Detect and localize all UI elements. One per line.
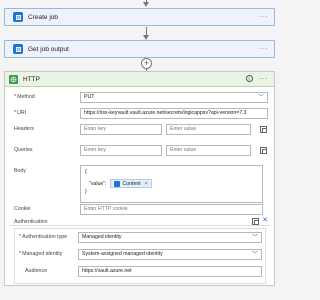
divider [9, 225, 270, 226]
method-select[interactable]: PUT ﹀ [80, 92, 268, 103]
body-label: Body [14, 168, 27, 174]
body-line: "value": Content × [89, 179, 152, 188]
authentication-panel: *Authentication type Managed identity ﹀ … [14, 228, 266, 284]
body-open-brace: { [85, 169, 87, 175]
step-menu-button[interactable]: ··· [259, 12, 269, 21]
http-menu-button[interactable]: ··· [259, 74, 269, 83]
body-editor[interactable]: { "value": Content × } [80, 165, 263, 203]
uri-label: *URI [14, 110, 27, 116]
switch-to-text-icon[interactable] [260, 147, 267, 154]
chevron-down-icon: ﹀ [251, 252, 258, 258]
chevron-down-icon: ﹀ [251, 235, 258, 241]
queries-value-input[interactable]: Enter value [166, 145, 251, 156]
auth-type-select[interactable]: Managed identity ﹀ [78, 232, 262, 243]
step-get-job-output[interactable]: Get job output ··· [4, 40, 275, 58]
automation-icon [13, 12, 23, 22]
http-globe-icon [9, 74, 18, 84]
content-token-label: Content [122, 180, 141, 187]
remove-token-icon[interactable]: × [145, 181, 148, 187]
chevron-down-icon: ﹀ [257, 95, 264, 101]
step-title: Create job [28, 13, 58, 21]
method-label: *Method [14, 94, 35, 100]
headers-label: Headers [14, 126, 35, 132]
automation-icon [113, 180, 120, 187]
automation-icon [13, 44, 23, 54]
http-action-card: HTTP i ··· *Method PUT ﹀ *URI https://ri… [4, 71, 275, 286]
connector-arrow-icon [143, 2, 149, 7]
switch-to-text-icon[interactable] [252, 218, 259, 225]
managed-identity-label: *Managed identity [19, 251, 63, 257]
audience-label: Audience [25, 268, 48, 274]
managed-identity-select[interactable]: System-assigned managed identity ﹀ [78, 249, 262, 260]
auth-type-label: *Authentication type [19, 234, 68, 240]
close-icon[interactable]: ✕ [262, 216, 268, 224]
uri-input[interactable]: https://riss-keyvault.vault.azure.net/se… [80, 108, 268, 119]
http-action-title: HTTP [23, 75, 40, 83]
switch-to-text-icon[interactable] [260, 126, 267, 133]
info-icon[interactable]: i [245, 75, 253, 82]
cookie-input[interactable]: Enter HTTP cookie [80, 204, 263, 215]
body-close-brace: } [85, 189, 87, 195]
content-token[interactable]: Content × [109, 179, 152, 188]
step-title: Get job output [28, 45, 69, 53]
headers-value-input[interactable]: Enter value [166, 124, 251, 135]
queries-label: Queries [14, 147, 33, 153]
queries-key-input[interactable]: Enter key [80, 145, 162, 156]
http-action-header[interactable]: HTTP i ··· [5, 72, 274, 87]
headers-key-input[interactable]: Enter key [80, 124, 162, 135]
body-key: "value": [89, 180, 107, 187]
add-step-button[interactable]: + [141, 58, 152, 69]
audience-input[interactable]: https://vault.azure.net [78, 266, 262, 277]
step-menu-button[interactable]: ··· [259, 44, 269, 53]
step-create-job[interactable]: Create job ··· [4, 8, 275, 26]
cookie-label: Cookie [14, 206, 31, 212]
